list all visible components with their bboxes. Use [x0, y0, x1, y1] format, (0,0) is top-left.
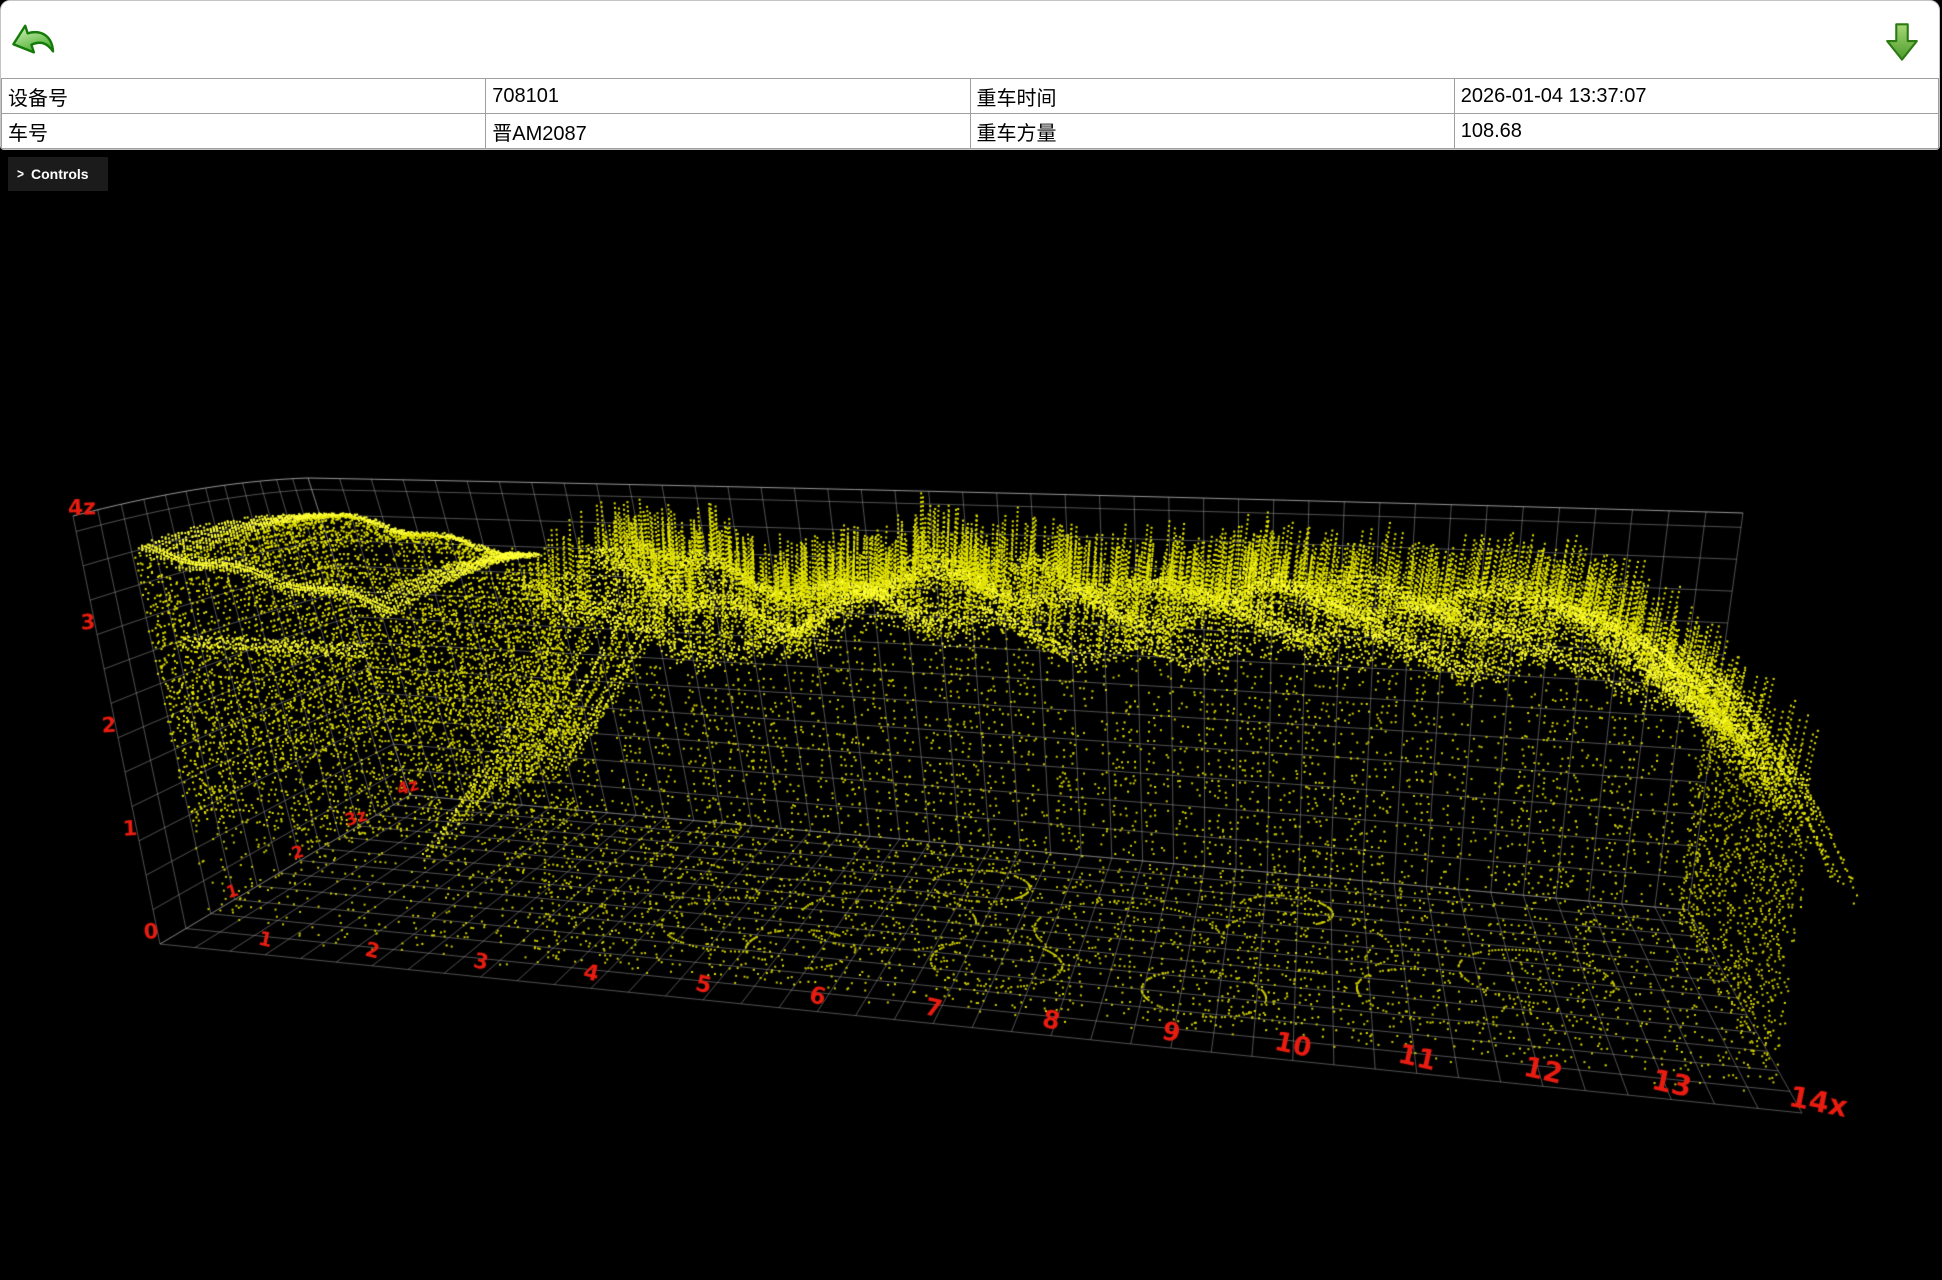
scene-canvas[interactable]: [0, 150, 1942, 1280]
table-cell-value: 晋AM2087: [486, 114, 970, 149]
table-row: 设备号708101重车时间2026-01-04 13:37:07: [2, 79, 1939, 114]
top-panel: 设备号708101重车时间2026-01-04 13:37:07车号晋AM208…: [0, 0, 1940, 150]
table-cell-label: 重车方量: [970, 114, 1454, 149]
table-cell-label: 重车时间: [970, 79, 1454, 114]
download-arrow-icon: [1881, 21, 1923, 63]
table-cell-value: 708101: [486, 79, 970, 114]
undo-arrow-icon: [9, 15, 57, 65]
download-button[interactable]: [1881, 21, 1923, 63]
back-button[interactable]: [9, 15, 57, 65]
controls-title: Controls: [31, 166, 89, 182]
viewer-area: > Controls: [0, 150, 1942, 1280]
controls-panel-header[interactable]: > Controls: [8, 157, 108, 191]
info-table: 设备号708101重车时间2026-01-04 13:37:07车号晋AM208…: [1, 78, 1939, 149]
info-table-body: 设备号708101重车时间2026-01-04 13:37:07车号晋AM208…: [2, 79, 1939, 149]
table-cell-label: 车号: [2, 114, 486, 149]
table-cell-value: 108.68: [1454, 114, 1938, 149]
chevron-right-icon: >: [17, 166, 24, 182]
table-cell-label: 设备号: [2, 79, 486, 114]
table-row: 车号晋AM2087重车方量108.68: [2, 114, 1939, 149]
toolbar: [1, 1, 1939, 78]
table-cell-value: 2026-01-04 13:37:07: [1454, 79, 1938, 114]
